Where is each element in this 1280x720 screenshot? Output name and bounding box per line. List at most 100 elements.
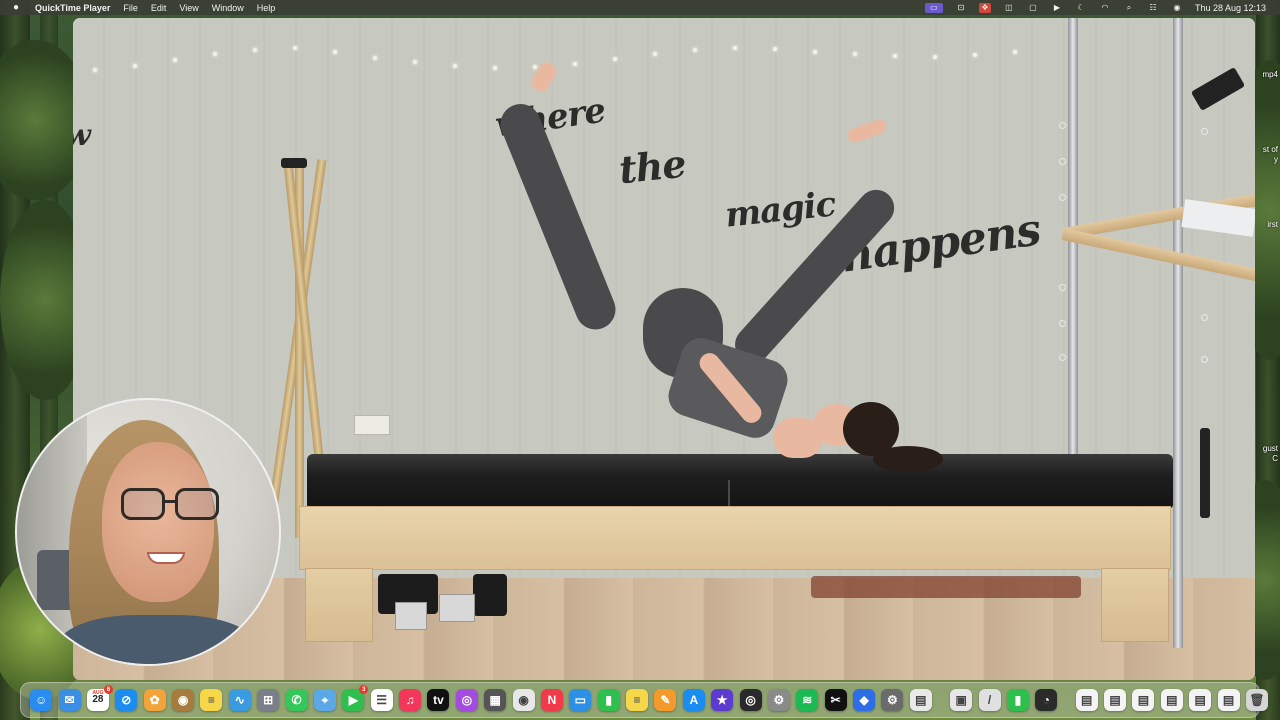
screen-sharing-icon[interactable]: ▭	[924, 2, 943, 13]
notes-icon[interactable]: ≡	[200, 689, 223, 711]
desktop-file-label[interactable]: y	[1274, 155, 1278, 164]
numbers-icon[interactable]: ▮	[597, 689, 620, 711]
notes-brown-icon[interactable]: ◉	[172, 689, 195, 711]
freeform-glyph: ∿	[234, 693, 245, 707]
script-editor-icon[interactable]: /	[978, 689, 1001, 711]
document-2-glyph: ▤	[1109, 693, 1121, 707]
app-store-icon[interactable]: A	[682, 689, 705, 711]
freeform-icon[interactable]: ∿	[228, 689, 251, 711]
launchpad-icon[interactable]: ⊞	[257, 689, 280, 711]
grid-app-icon[interactable]: ⊡	[955, 3, 967, 13]
menu-help[interactable]: Help	[257, 3, 276, 13]
menu-bar-status-area: ▭ ⊡ ❖ ◫ ▢ ▶ ☾ ◠ ⌕ ☷ ◉ Thu 28 Aug 12:13	[919, 0, 1280, 15]
messages-icon[interactable]: ✆	[285, 689, 308, 711]
launchpad-glyph: ⊞	[263, 693, 274, 707]
apple-tv-glyph: tv	[433, 693, 444, 707]
document-4-icon[interactable]: ▤	[1160, 689, 1183, 711]
desktop-file-label[interactable]: C	[1272, 454, 1278, 463]
chrome-icon[interactable]: ◉	[512, 689, 535, 711]
facetime-glyph: ▶	[348, 693, 358, 707]
chrome-glyph: ◉	[518, 693, 529, 707]
control-center-icon[interactable]: ☷	[1147, 3, 1159, 13]
notes-glyph: ≡	[207, 693, 215, 707]
menu-edit[interactable]: Edit	[151, 3, 167, 13]
play-icon[interactable]: ▶	[1051, 3, 1063, 13]
mail-icon[interactable]: ✉	[58, 689, 81, 711]
photos-icon[interactable]: ✿	[143, 689, 166, 711]
search-icon[interactable]: ⌕	[1123, 3, 1135, 13]
moon-icon[interactable]: ☾	[1075, 3, 1087, 13]
pages-glyph: ✎	[660, 693, 671, 707]
finder-icon[interactable]: ☺	[30, 689, 53, 711]
desktop-file-label[interactable]: gust	[1263, 444, 1278, 453]
menu-view[interactable]: View	[179, 3, 198, 13]
system-settings-icon[interactable]: ⚙	[767, 689, 790, 711]
desktop-file-label[interactable]: irst	[1267, 220, 1278, 229]
calculator-glyph: ▦	[489, 693, 501, 707]
spotify-icon[interactable]: ≋	[796, 689, 819, 711]
menu-bar-clock[interactable]: Thu 28 Aug 12:13	[1195, 3, 1266, 13]
music-icon[interactable]: ♫	[399, 689, 422, 711]
glasses-icon	[121, 488, 165, 520]
system-settings-glyph: ⚙	[773, 693, 785, 707]
menu-bar: ● QuickTime Player File Edit View Window…	[0, 0, 1280, 15]
cast-icon[interactable]: ▢	[1027, 3, 1039, 13]
menu-app-name[interactable]: QuickTime Player	[35, 3, 110, 13]
automator-glyph: ⚙	[887, 693, 898, 707]
dropbox-icon[interactable]: ◆	[853, 689, 876, 711]
hand-weight	[439, 594, 475, 622]
apple-tv-icon[interactable]: tv	[427, 689, 450, 711]
numbers-glyph: ▮	[605, 693, 612, 707]
wifi-icon[interactable]: ◠	[1099, 3, 1111, 13]
quicktime-icon[interactable]: ▣	[950, 689, 973, 711]
news-glyph: N	[547, 693, 557, 707]
document-6-icon[interactable]: ▤	[1217, 689, 1240, 711]
document-1-glyph: ▤	[1081, 693, 1093, 707]
capcut-icon[interactable]: ✂	[824, 689, 847, 711]
camera-icon[interactable]: ◫	[1003, 3, 1015, 13]
pages-icon[interactable]: ✎	[654, 689, 677, 711]
calendar-month: AUG	[92, 690, 104, 696]
podcasts-icon[interactable]: ◎	[455, 689, 478, 711]
trash-icon[interactable]: 🗑	[1245, 689, 1268, 711]
pilates-table-leg	[1101, 568, 1169, 642]
siri-icon[interactable]: ◉	[1171, 3, 1183, 13]
calculator-icon[interactable]: ▦	[484, 689, 507, 711]
presenter-shirt	[57, 615, 257, 664]
numbers-green-icon[interactable]: ▮	[1006, 689, 1029, 711]
wall-lettering: w	[73, 118, 91, 153]
reminders-icon[interactable]: ☰	[370, 689, 393, 711]
stickies-icon[interactable]: ≡	[626, 689, 649, 711]
preview-icon[interactable]: ▤	[909, 689, 932, 711]
document-1-icon[interactable]: ▤	[1075, 689, 1098, 711]
automator-icon[interactable]: ⚙	[881, 689, 904, 711]
document-3-icon[interactable]: ▤	[1132, 689, 1155, 711]
news-icon[interactable]: N	[540, 689, 563, 711]
preview-glyph: ▤	[915, 693, 927, 707]
desktop-file-label[interactable]: mp4	[1262, 70, 1278, 79]
calendar-icon[interactable]: AUG 28 6	[86, 685, 113, 711]
menu-window[interactable]: Window	[212, 3, 244, 13]
webcam-overlay[interactable]	[15, 398, 281, 666]
pilates-table-frame	[299, 506, 1171, 570]
document-2-icon[interactable]: ▤	[1104, 689, 1127, 711]
menu-file[interactable]: File	[123, 3, 138, 13]
imovie-icon[interactable]: ★	[711, 689, 734, 711]
safari-icon[interactable]: ⊘	[115, 689, 138, 711]
quicktime-glyph: ▣	[955, 693, 967, 707]
keynote-icon[interactable]: ▭	[569, 689, 592, 711]
screenshot-icon[interactable]: ◎	[739, 689, 762, 711]
desktop-file-label[interactable]: st of	[1263, 145, 1278, 154]
apple-menu-icon[interactable]: ●	[13, 2, 25, 13]
document-6-glyph: ▤	[1222, 693, 1235, 707]
app-store-glyph: A	[689, 693, 699, 707]
screenshot-glyph: ◎	[745, 693, 756, 707]
cadillac-post	[1173, 18, 1183, 648]
document-5-icon[interactable]: ▤	[1189, 689, 1212, 711]
facetime-icon[interactable]: ▶ 3	[342, 685, 369, 711]
foam-block	[473, 574, 507, 616]
app-status-icon[interactable]: ❖	[978, 2, 991, 13]
numbers-green-glyph: ▮	[1014, 693, 1022, 707]
screen-time-icon[interactable]: ◔	[1035, 689, 1058, 711]
maps-icon[interactable]: ⌖	[313, 689, 336, 711]
